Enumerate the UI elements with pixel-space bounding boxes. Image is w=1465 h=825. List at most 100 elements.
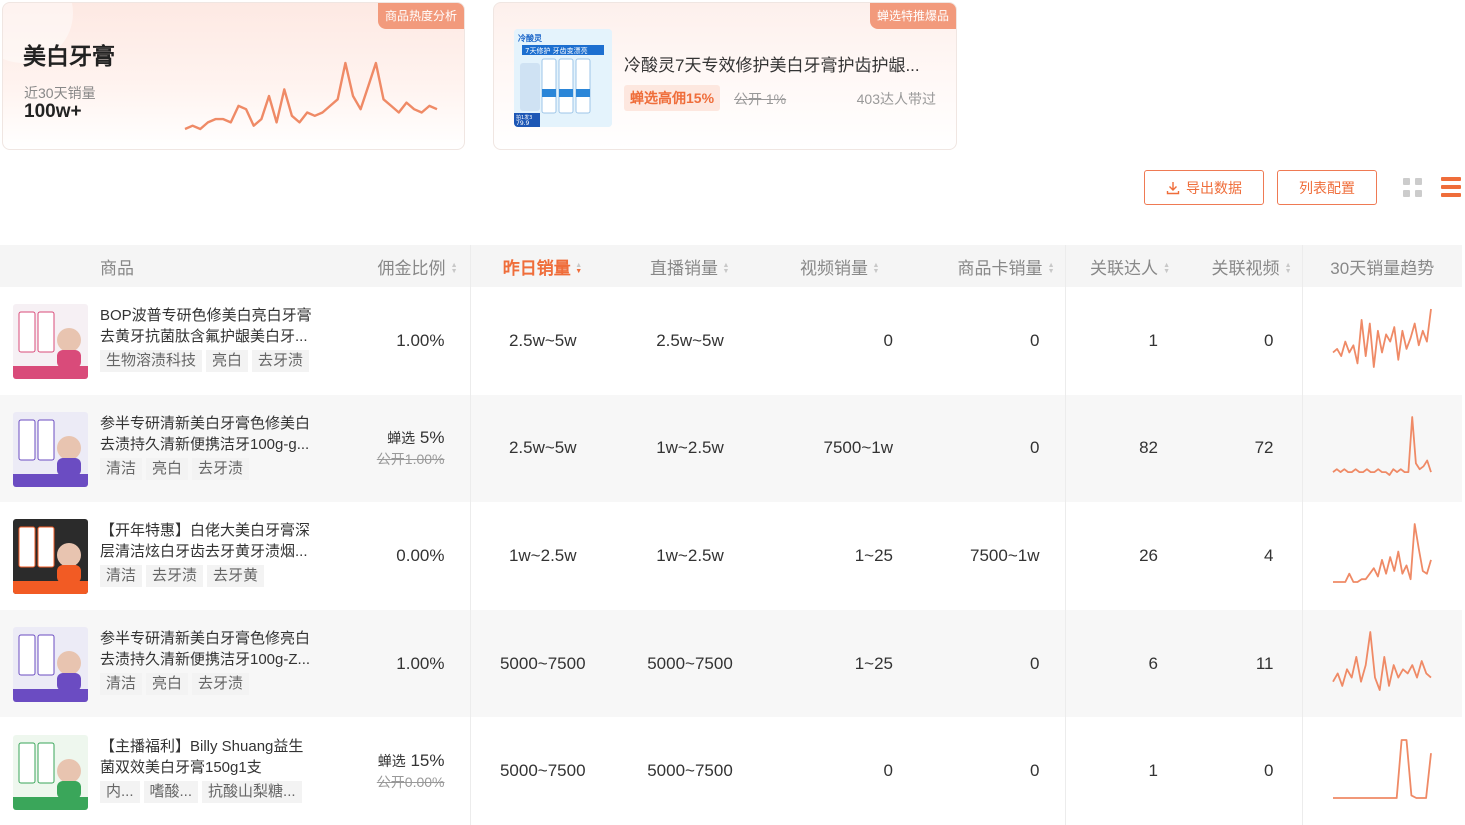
product-tag: 亮白 — [146, 673, 189, 696]
video-sales: 1~25 — [854, 545, 893, 565]
influencer-count[interactable]: 1 — [1064, 717, 1180, 825]
hot-analysis-card[interactable]: 商品热度分析 美白牙膏 近30天销量 100w+ — [2, 2, 465, 150]
table-row[interactable]: 参半专研清新美白牙膏色修美白去渍持久清新便携洁牙100g-g... 清洁 亮白 去牙渍… — [0, 394, 1462, 503]
table-row[interactable]: BOP波普专研色修美白亮白牙膏去黄牙抗菌肽含氟护龈美白牙... 生物溶渍科技 亮白去… — [0, 287, 1462, 395]
video-sales: 0 — [883, 761, 893, 781]
product-image[interactable] — [13, 627, 88, 703]
list-view-icon[interactable] — [1441, 177, 1461, 199]
product-image[interactable] — [13, 304, 88, 380]
product-cell[interactable]: 参半专研清新美白牙膏色修亮白去渍持久清新便携洁牙100g-Z... 清洁 亮白 去牙渍 — [0, 609, 345, 718]
product-tag: 嗜酸... — [143, 780, 199, 803]
featured-product-image[interactable]: 冷酸灵 7天修护 牙齿变漂亮 拍1发3 79.9 — [514, 29, 612, 127]
table-header-row: 商品 佣金比例 ▲ ▼ 昨日销量 ▲ ▼ 直播销量 ▲ ▼ 视频销量 ▲ ▼ 商品卡销量 ▲ ▼ 关… — [0, 245, 1462, 287]
product-tag: 清洁 — [100, 457, 143, 480]
commission-rate: 15% — [410, 750, 445, 770]
product-title[interactable]: 【开年特惠】白佬大美白牙膏深层清洁炫白牙齿去牙黄牙渍烟... — [100, 520, 315, 562]
influencer-count[interactable]: 82 — [1064, 394, 1180, 503]
video-sales: 0 — [883, 330, 893, 350]
product-cell[interactable]: BOP波普专研色修美白亮白牙膏去黄牙抗菌肽含氟护龈美白牙... 生物溶渍科技 亮白去… — [0, 287, 345, 395]
product-title[interactable]: BOP波普专研色修美白亮白牙膏去黄牙抗菌肽含氟护龈美白牙... — [100, 305, 315, 347]
col-header-product: 商品 — [0, 245, 345, 287]
sales-label: 近30天销量 — [24, 85, 96, 101]
card-sales: 0 — [915, 609, 1065, 718]
col-header-card-sales[interactable]: 商品卡销量 ▲ ▼ — [915, 245, 1065, 287]
product-tag: 清洁 — [100, 565, 143, 588]
video-count[interactable]: 72 — [1180, 394, 1302, 503]
influencer-count[interactable]: 26 — [1064, 502, 1180, 610]
video-count[interactable]: 11 — [1180, 609, 1302, 718]
commission-label: 蝉选 — [377, 752, 406, 769]
sales-trend-sparkline — [1332, 631, 1432, 691]
video-count[interactable]: 4 — [1180, 502, 1302, 610]
product-tag: 去牙渍 — [192, 673, 250, 696]
table-row[interactable]: 【开年特惠】白佬大美白牙膏深层清洁炫白牙齿去牙黄牙渍烟... 清洁 去牙渍 去牙黄 0.… — [0, 502, 1462, 610]
product-tags: 生物溶渍科技 亮白 去牙渍 — [100, 350, 310, 373]
product-tags: 清洁 亮白 去牙渍 — [100, 457, 250, 480]
commission-cell: 1.00% — [345, 287, 470, 395]
product-table: 商品 佣金比例 ▲ ▼ 昨日销量 ▲ ▼ 直播销量 ▲ ▼ 视频销量 ▲ ▼ 商品卡销量 ▲ ▼ 关… — [0, 245, 1462, 825]
col-header-live-sales[interactable]: 直播销量 ▲ ▼ — [615, 245, 765, 287]
sort-icon: ▲ ▼ — [1284, 262, 1292, 276]
commission-cell: 蝉选 15% 公开0.00% — [345, 717, 470, 825]
category-title: 美白牙膏 — [23, 43, 115, 69]
yesterday-sales: 1w~2.5w — [469, 502, 615, 610]
influencer-count[interactable]: 1 — [1064, 287, 1180, 395]
product-cell[interactable]: 【开年特惠】白佬大美白牙膏深层清洁炫白牙齿去牙黄牙渍烟... 清洁 去牙渍 去牙黄 — [0, 502, 345, 610]
download-icon — [1166, 181, 1180, 194]
grid-view-icon[interactable] — [1403, 178, 1423, 198]
yesterday-sales: 5000~7500 — [469, 609, 615, 718]
export-data-button[interactable]: 导出数据 — [1144, 170, 1264, 205]
sparkline-series — [1332, 415, 1433, 476]
trend-cell — [1301, 394, 1462, 503]
table-row[interactable]: 【主播福利】Billy Shuang益生菌双效美白牙膏150g1支 内... 嗜酸.… — [0, 717, 1462, 825]
product-tag: 亮白 — [206, 350, 249, 373]
col-header-video-sales[interactable]: 视频销量 ▲ ▼ — [765, 245, 915, 287]
product-title[interactable]: 参半专研清新美白牙膏色修亮白去渍持久清新便携洁牙100g-Z... — [100, 628, 315, 670]
featured-badge: 蝉选特推爆品 — [869, 3, 956, 29]
product-title[interactable]: 参半专研清新美白牙膏色修美白去渍持久清新便携洁牙100g-g... — [100, 413, 315, 455]
sparkline-series — [1333, 738, 1433, 799]
product-image[interactable] — [13, 411, 88, 487]
list-config-button[interactable]: 列表配置 — [1277, 170, 1377, 205]
video-count[interactable]: 0 — [1180, 287, 1302, 395]
product-image[interactable] — [13, 519, 88, 595]
product-tag: 去牙渍 — [146, 565, 204, 588]
live-sales: 1w~2.5w — [656, 545, 724, 565]
live-sales: 5000~7500 — [615, 609, 765, 718]
commission-rate: 1.00% — [396, 331, 445, 351]
live-sales: 1w~2.5w — [615, 394, 765, 503]
product-cell[interactable]: 【主播福利】Billy Shuang益生菌双效美白牙膏150g1支 内... 嗜酸.… — [0, 717, 345, 825]
featured-product-name[interactable]: 冷酸灵7天专效修护美白牙膏护齿护龈... — [624, 51, 939, 76]
influencer-count[interactable]: 6 — [1064, 609, 1180, 718]
video-count[interactable]: 0 — [1180, 717, 1302, 825]
toothpaste-image-art: 冷酸灵 7天修护 牙齿变漂亮 拍1发3 79.9 — [514, 29, 612, 127]
product-cell[interactable]: 参半专研清新美白牙膏色修美白去渍持久清新便携洁牙100g-g... 清洁 亮白 去牙渍 — [0, 394, 345, 503]
hot-sparkline — [184, 61, 438, 131]
table-row[interactable]: 参半专研清新美白牙膏色修亮白去渍持久清新便携洁牙100g-Z... 清洁 亮白 去牙渍… — [0, 609, 1462, 718]
featured-img-brand: 冷酸灵 — [518, 33, 543, 43]
sales-trend-sparkline — [1333, 523, 1433, 584]
product-tag: 去牙渍 — [252, 350, 310, 373]
yesterday-sales: 2.5w~5w — [469, 394, 615, 503]
trend-cell — [1301, 717, 1462, 825]
hot-analysis-badge: 商品热度分析 — [377, 3, 464, 29]
product-tag: 亮白 — [146, 457, 189, 480]
sales-trend-sparkline — [1332, 309, 1433, 369]
sparkline-series — [1332, 631, 1432, 691]
card-sales: 7500~1w — [970, 545, 1040, 565]
high-commission-tag: 蝉选高佣15% — [624, 85, 721, 111]
card-sales: 0 — [1030, 330, 1040, 350]
product-tag: 清洁 — [100, 673, 143, 696]
product-title[interactable]: 【主播福利】Billy Shuang益生菌双效美白牙膏150g1支 — [100, 736, 315, 778]
product-image[interactable] — [13, 734, 88, 810]
col-header-yesterday-sales[interactable]: 昨日销量 ▲ ▼ — [469, 245, 615, 287]
col-header-commission[interactable]: 佣金比例 ▲ ▼ — [345, 245, 470, 287]
col-header-videos[interactable]: 关联视频 ▲ ▼ — [1180, 245, 1302, 287]
sort-icon: ▲ ▼ — [872, 262, 880, 276]
featured-product-card[interactable]: 蝉选特推爆品 冷酸灵 7天修护 牙齿变漂亮 拍1发3 79.9 冷酸灵7天专效修… — [493, 2, 957, 150]
product-tags: 清洁 去牙渍 去牙黄 — [100, 565, 265, 588]
video-sales: 1~25 — [765, 609, 915, 718]
export-label: 导出数据 — [1186, 179, 1242, 196]
commission-label: 蝉选 — [387, 429, 416, 446]
col-header-influencers[interactable]: 关联达人 ▲ ▼ — [1064, 245, 1180, 287]
